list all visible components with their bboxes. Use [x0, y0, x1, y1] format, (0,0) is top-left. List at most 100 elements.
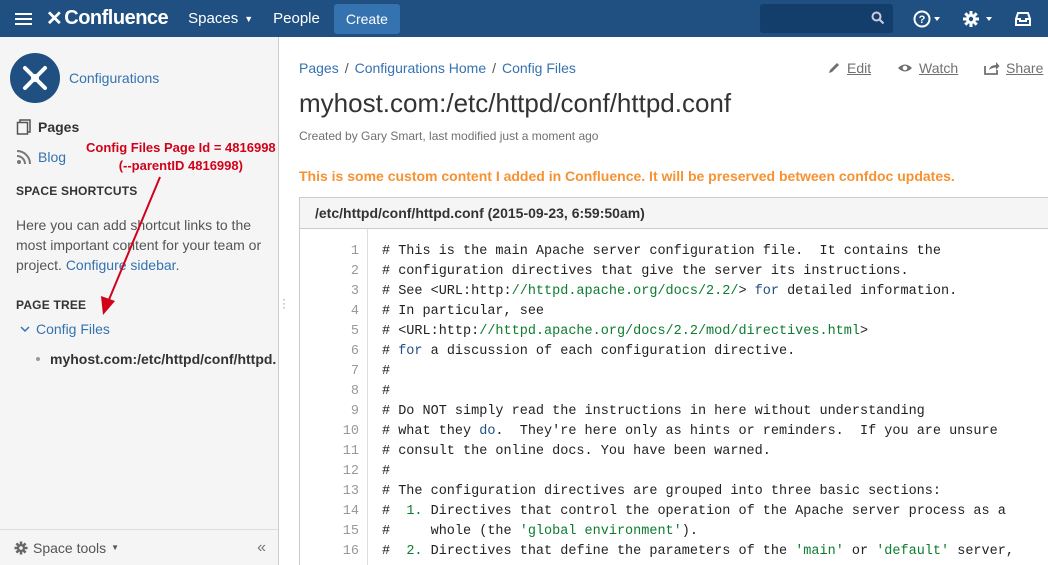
tools-icon	[23, 66, 47, 90]
line-number: 14	[342, 504, 359, 519]
notifications-button[interactable]	[1014, 0, 1032, 37]
tree-item-label: Config Files	[36, 321, 110, 337]
code-line: # for a discussion of each configuration…	[382, 344, 796, 359]
sidebar: Configurations Pages Blog SPACE SHORTCUT…	[0, 37, 279, 565]
line-number: 4	[350, 304, 359, 319]
create-button[interactable]: Create	[333, 3, 400, 34]
line-number: 2	[350, 264, 359, 279]
line-number: 12	[342, 464, 359, 479]
code-line: # configuration directives that give the…	[382, 264, 909, 279]
spaces-menu[interactable]: Spaces ▼	[178, 0, 263, 37]
watch-button[interactable]: Watch	[897, 60, 958, 76]
gear-icon	[963, 10, 992, 27]
page-title: myhost.com:/etc/httpd/conf/httpd.conf	[299, 88, 732, 118]
logo-text: Confluence	[64, 7, 169, 29]
line-number: 15	[342, 524, 359, 539]
space-avatar[interactable]	[10, 53, 60, 103]
custom-content-notice: This is some custom content I added in C…	[299, 168, 955, 184]
code-line: # See <URL:http://httpd.apache.org/docs/…	[382, 284, 958, 299]
annotation-line-2: (--parentID 4816998)	[118, 158, 243, 173]
configure-sidebar-link[interactable]: Configure sidebar	[66, 257, 176, 273]
sidebar-resize-handle[interactable]: · · ·	[282, 293, 286, 313]
line-number: 13	[342, 484, 359, 499]
line-number: 16	[342, 544, 359, 559]
help-menu[interactable]: ?	[913, 0, 941, 37]
menu-icon[interactable]	[0, 0, 46, 37]
annotation-line-1: Config Files Page Id = 4816998	[86, 140, 276, 155]
breadcrumb-pages[interactable]: Pages	[299, 60, 339, 76]
sidebar-footer: Space tools ▼ «	[0, 529, 278, 565]
line-number: 8	[350, 384, 359, 399]
confluence-x-icon: ✕	[46, 8, 63, 30]
code-body: 1 2 3 4 5 6 7 8 9 10 11 12 13 14 15 16 # This is the ma…	[300, 229, 1048, 565]
space-shortcuts-heading: SPACE SHORTCUTS	[16, 184, 138, 198]
share-label: Share	[1006, 60, 1044, 76]
code-line: #	[382, 464, 391, 479]
line-number: 1	[350, 244, 359, 259]
code-line: # what they do. They're here only as hin…	[382, 424, 998, 439]
search-icon	[871, 11, 885, 25]
space-name-link[interactable]: Configurations	[69, 70, 159, 86]
chevron-down-icon: ▼	[111, 543, 120, 552]
watch-label: Watch	[919, 60, 959, 76]
sidebar-item-label: Blog	[38, 149, 67, 165]
svg-text:?: ?	[919, 14, 926, 26]
line-number-gutter: 1 2 3 4 5 6 7 8 9 10 11 12 13 14 15 16	[300, 229, 368, 565]
line-number: 5	[350, 324, 359, 339]
line-number: 6	[350, 344, 359, 359]
edit-label: Edit	[847, 60, 872, 76]
line-number: 3	[350, 284, 359, 299]
top-navigation: ✕ Confluence Spaces ▼ People Create ?	[0, 0, 1048, 37]
code-line: # consult the online docs. You have been…	[382, 444, 771, 459]
code-line: #	[382, 384, 391, 399]
sidebar-item-blog[interactable]: Blog	[16, 149, 66, 165]
code-line: # whole (the 'global environment').	[382, 524, 698, 539]
edit-button[interactable]: Edit	[827, 60, 871, 76]
sidebar-item-pages[interactable]: Pages	[16, 119, 79, 135]
code-line: # 2. Directives that define the paramete…	[382, 544, 1014, 559]
help-icon: ?	[913, 10, 940, 27]
inbox-icon	[1015, 11, 1031, 26]
share-button[interactable]: Share	[984, 60, 1043, 76]
pencil-icon	[829, 63, 839, 73]
share-icon	[984, 62, 1000, 75]
chevron-down-icon: ▼	[244, 13, 254, 24]
line-number: 7	[350, 364, 359, 379]
breadcrumb-config-files[interactable]: Config Files	[502, 60, 576, 76]
code-line: # Do NOT simply read the instructions in…	[382, 404, 925, 419]
eye-icon	[898, 64, 912, 72]
settings-menu[interactable]	[962, 0, 994, 37]
tree-item-label: myhost.com:/etc/httpd/conf/httpd.	[50, 351, 276, 367]
chevron-down-icon[interactable]	[20, 324, 30, 334]
code-line: # This is the main Apache server configu…	[382, 244, 941, 259]
code-line: # In particular, see	[382, 304, 545, 319]
confluence-logo[interactable]: ✕ Confluence	[46, 0, 178, 37]
code-line: # <URL:http://httpd.apache.org/docs/2.2/…	[382, 324, 869, 339]
tree-item-config-files[interactable]: Config Files	[20, 321, 110, 337]
code-panel: /etc/httpd/conf/httpd.conf (2015-09-23, …	[299, 197, 1048, 565]
bullet-icon	[36, 357, 40, 361]
code-panel-header: /etc/httpd/conf/httpd.conf (2015-09-23, …	[300, 198, 1048, 229]
annotation-text: Config Files Page Id = 4816998 (--parent…	[86, 139, 276, 175]
breadcrumb-configurations-home[interactable]: Configurations Home	[355, 60, 487, 76]
sidebar-item-label: Pages	[38, 119, 80, 135]
people-label: People	[273, 10, 320, 27]
gear-icon	[14, 541, 28, 554]
pages-icon	[16, 119, 31, 135]
breadcrumb: Pages / Configurations Home / Config Fil…	[299, 60, 576, 76]
search-input[interactable]	[760, 4, 893, 33]
page-tree-heading: PAGE TREE	[16, 298, 87, 312]
page-byline: Created by Gary Smart, last modified jus…	[299, 129, 599, 143]
code-line: #	[382, 364, 391, 379]
people-link[interactable]: People	[263, 0, 330, 37]
spaces-label: Spaces	[188, 10, 239, 27]
line-number: 10	[342, 424, 359, 439]
shortcuts-help-text: Here you can add shortcut links to the m…	[16, 217, 262, 273]
rss-icon	[16, 150, 31, 165]
tree-item-httpd-conf[interactable]: myhost.com:/etc/httpd/conf/httpd.	[36, 351, 276, 367]
space-tools-menu[interactable]: Space tools ▼	[14, 540, 119, 556]
space-tools-label: Space tools	[33, 539, 107, 556]
code-lines: # This is the main Apache server configu…	[382, 242, 1014, 562]
code-line: # The configuration directives are group…	[382, 484, 941, 499]
collapse-sidebar-icon[interactable]: «	[257, 539, 266, 557]
